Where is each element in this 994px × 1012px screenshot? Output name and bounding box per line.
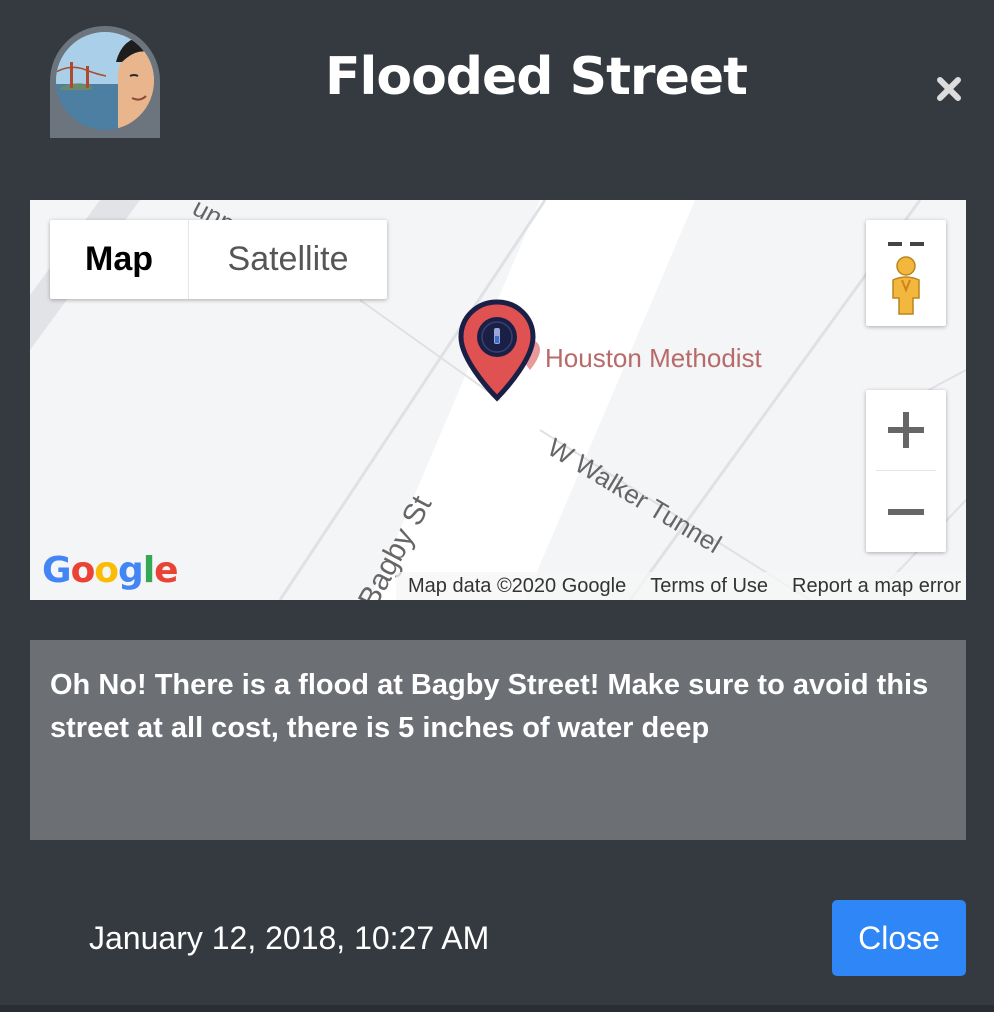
map-type-satellite-button[interactable]: Satellite [189, 220, 387, 299]
google-logo-letter: g [118, 550, 144, 591]
google-logo-letter: o [94, 550, 119, 591]
report-modal: Flooded Street unne W Walker Tunnel Bagb… [0, 0, 994, 1005]
google-logo-letter: G [42, 550, 72, 591]
google-logo-letter: e [154, 550, 178, 591]
street-view-control[interactable] [866, 220, 946, 326]
underlying-page-strip [0, 1005, 994, 1012]
modal-title: Flooded Street [325, 47, 748, 107]
minus-icon [888, 509, 924, 515]
zoom-in-button[interactable] [866, 390, 946, 470]
pegman-icon [888, 242, 924, 315]
close-button[interactable]: Close [832, 900, 966, 976]
zoom-out-button[interactable] [866, 472, 946, 552]
map-type-control: Map Satellite [50, 220, 387, 299]
close-x-icon[interactable] [930, 70, 968, 108]
poi-label[interactable]: Houston Methodist [545, 343, 762, 374]
map-marker-icon[interactable] [457, 298, 537, 407]
map-type-map-button[interactable]: Map [50, 220, 189, 299]
google-logo-letter: l [142, 550, 155, 591]
map-data-text[interactable]: Map data ©2020 Google [396, 575, 638, 598]
report-map-error-link[interactable]: Report a map error [780, 575, 966, 598]
report-timestamp: January 12, 2018, 10:27 AM [89, 920, 490, 956]
google-logo[interactable]: Google [42, 550, 179, 591]
zoom-divider [876, 470, 936, 471]
terms-of-use-link[interactable]: Terms of Use [638, 575, 780, 598]
map-attribution: Map data ©2020 Google Terms of Use Repor… [396, 572, 966, 600]
google-logo-letter: o [70, 550, 96, 591]
plus-icon [888, 412, 924, 448]
zoom-control [866, 390, 946, 552]
report-description: Oh No! There is a flood at Bagby Street!… [30, 640, 966, 840]
map-view[interactable]: unne W Walker Tunnel Bagby St Houston Me… [30, 200, 966, 600]
